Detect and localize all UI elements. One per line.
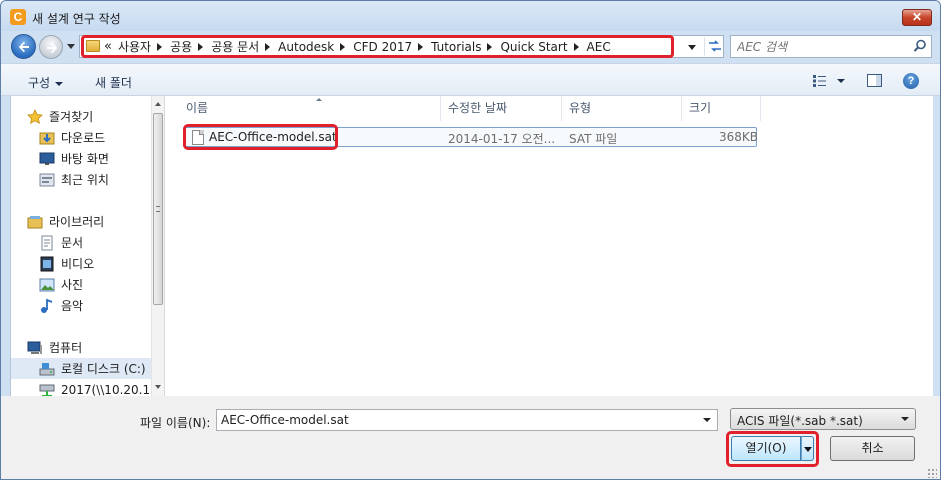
video-icon [40, 256, 54, 271]
content-area: 즐겨찾기 다운로드 바탕 화면 최근 위치 라이브러리 문서 비디오 사진 음악… [10, 96, 933, 397]
nav-item-label: 최근 위치 [61, 173, 109, 187]
chevron-down-icon[interactable] [703, 418, 711, 422]
nav-item-libraries[interactable]: 라이브러리 [11, 211, 151, 232]
title-bar: C 새 설계 연구 작성 ✕ [1, 1, 940, 31]
nav-item-videos[interactable]: 비디오 [11, 253, 151, 274]
nav-item-label: 2017(\\10.20.1 [61, 382, 151, 397]
scrollbar-grip-icon [156, 206, 160, 212]
file-list: 이름 수정한 날짜 유형 크기 AEC-Office-model.sat 201… [169, 96, 933, 396]
column-header-label: 크기 [689, 101, 712, 115]
nav-item-desktop[interactable]: 바탕 화면 [11, 148, 151, 169]
address-annotation-highlight [81, 35, 674, 58]
open-annotation-highlight [726, 431, 819, 467]
column-header-label: 유형 [569, 101, 592, 115]
computer-icon [27, 341, 42, 354]
file-type: SAT 파일 [569, 132, 618, 146]
forward-button[interactable] [39, 35, 63, 59]
pictures-icon [39, 278, 55, 291]
file-annotation-highlight [183, 124, 338, 150]
sort-ascending-icon [316, 98, 322, 101]
dialog-footer: 파일 이름(N): ACIS 파일(*.sab *.sat) 열기(O) 취소 [1, 396, 940, 479]
search-box[interactable] [730, 35, 932, 58]
library-icon [27, 215, 43, 228]
cancel-button[interactable]: 취소 [830, 436, 915, 461]
refresh-icon [708, 40, 721, 52]
nav-item-label: 바탕 화면 [61, 152, 109, 166]
nav-item-music[interactable]: 음악 [11, 295, 151, 316]
back-arrow-icon [18, 41, 29, 53]
column-header-type[interactable]: 유형 [562, 96, 682, 121]
nav-item-label: 비디오 [61, 257, 95, 271]
desktop-icon [39, 152, 55, 165]
navigation-pane: 즐겨찾기 다운로드 바탕 화면 최근 위치 라이브러리 문서 비디오 사진 음악… [11, 96, 164, 397]
view-options-dropdown-icon[interactable] [837, 79, 845, 83]
scrollbar-thumb[interactable] [153, 113, 163, 305]
star-icon [27, 108, 43, 124]
new-folder-button[interactable]: 새 폴더 [95, 74, 132, 91]
app-icon: C [10, 9, 26, 25]
preview-pane-icon[interactable] [867, 74, 882, 87]
filename-label: 파일 이름(N): [140, 416, 211, 430]
column-header-label: 수정한 날짜 [448, 101, 508, 115]
recent-locations-dropdown[interactable] [67, 44, 75, 49]
nav-item-computer[interactable]: 컴퓨터 [11, 337, 151, 358]
nav-item-label: 음악 [61, 299, 84, 313]
command-bar: 구성 새 폴더 ? [1, 63, 940, 96]
help-icon[interactable]: ? [903, 73, 919, 89]
address-dropdown-icon[interactable] [688, 45, 696, 50]
chevron-down-icon [55, 81, 64, 86]
file-size: 368KB [719, 130, 759, 144]
filename-input[interactable] [221, 411, 691, 429]
back-button[interactable] [11, 34, 36, 59]
nav-item-label: 문서 [61, 236, 84, 250]
chevron-down-icon [901, 417, 909, 421]
nav-item-label: 다운로드 [61, 131, 106, 145]
downloads-icon [39, 132, 55, 144]
resize-grip-icon[interactable] [927, 468, 937, 478]
search-input[interactable] [737, 38, 907, 55]
column-header-size[interactable]: 크기 [682, 96, 761, 121]
organize-menu[interactable]: 구성 [28, 74, 64, 91]
nav-item-pictures[interactable]: 사진 [11, 274, 151, 295]
change-view-icon[interactable] [812, 74, 828, 88]
column-header-modified[interactable]: 수정한 날짜 [441, 96, 562, 121]
refresh-button[interactable] [704, 37, 724, 56]
nav-item-label: 사진 [61, 278, 84, 292]
nav-item-label: 즐겨찾기 [49, 110, 94, 124]
scroll-up-arrow-icon[interactable] [155, 102, 161, 106]
scroll-down-arrow-icon[interactable] [155, 385, 161, 389]
navigation-bar: « 사용자 공용 공용 문서 Autodesk CFD 2017 Tutoria… [1, 31, 940, 63]
filetype-selected-value: ACIS 파일(*.sab *.sat) [737, 414, 863, 428]
recent-places-icon [39, 173, 55, 186]
nav-item-favorites[interactable]: 즐겨찾기 [11, 106, 151, 127]
open-file-dialog: C 새 설계 연구 작성 ✕ « 사용자 공용 공용 문서 Autodesk C… [0, 0, 941, 480]
nav-item-label: 컴퓨터 [49, 341, 83, 355]
column-header-label: 이름 [186, 101, 209, 115]
nav-item-local-disk[interactable]: 로컬 디스크 (C:) [11, 358, 151, 379]
nav-item-label: 로컬 디스크 (C:) [61, 362, 146, 376]
close-button[interactable]: ✕ [902, 9, 932, 26]
filename-combobox[interactable] [216, 409, 718, 431]
nav-item-documents[interactable]: 문서 [11, 232, 151, 253]
nav-item-recent-places[interactable]: 최근 위치 [11, 169, 151, 190]
organize-label: 구성 [28, 76, 51, 90]
column-header-name[interactable]: 이름 [179, 96, 441, 121]
local-disk-icon [39, 362, 55, 375]
nav-item-downloads[interactable]: 다운로드 [11, 127, 151, 148]
filetype-select[interactable]: ACIS 파일(*.sab *.sat) [730, 408, 916, 430]
forward-arrow-icon [47, 42, 58, 54]
window-title: 새 설계 연구 작성 [32, 12, 121, 26]
nav-item-label: 라이브러리 [49, 215, 105, 229]
documents-icon [41, 235, 53, 250]
music-icon [41, 298, 53, 313]
nav-pane-scrollbar[interactable] [151, 96, 164, 396]
file-modified: 2014-01-17 오전... [448, 132, 556, 146]
search-icon[interactable] [913, 39, 927, 53]
